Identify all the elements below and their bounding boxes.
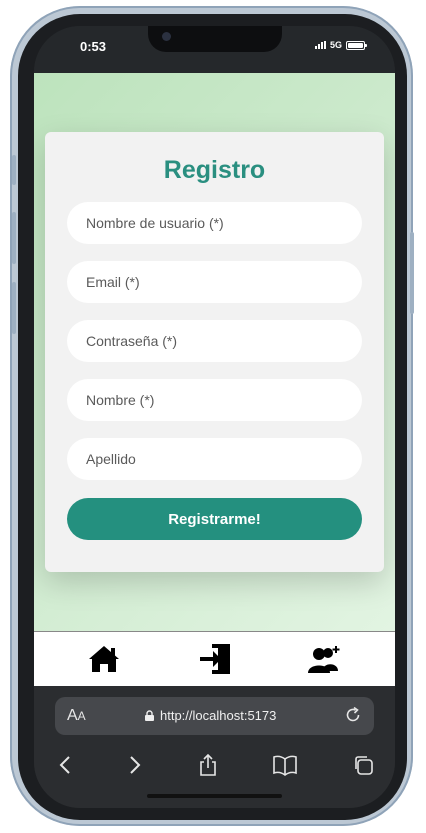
text-size-button[interactable]: AA bbox=[67, 707, 86, 725]
name-field[interactable] bbox=[67, 379, 362, 421]
reload-icon[interactable] bbox=[344, 706, 362, 729]
signal-icon bbox=[314, 41, 326, 49]
lock-icon bbox=[145, 710, 154, 721]
browser-nav bbox=[34, 750, 395, 780]
username-field[interactable] bbox=[67, 202, 362, 244]
back-icon[interactable] bbox=[50, 750, 80, 780]
email-field[interactable] bbox=[67, 261, 362, 303]
notch bbox=[148, 26, 282, 52]
register-card: Registro Registrarme! bbox=[45, 132, 384, 572]
tabs-icon[interactable] bbox=[348, 750, 378, 780]
share-icon[interactable] bbox=[193, 750, 223, 780]
side-button bbox=[12, 212, 16, 264]
phone-screen: 0:53 5G Registro Registrarme! bbox=[34, 26, 395, 808]
bookmarks-icon[interactable] bbox=[270, 750, 300, 780]
login-icon[interactable] bbox=[194, 641, 234, 677]
password-field[interactable] bbox=[67, 320, 362, 362]
home-indicator bbox=[147, 794, 282, 798]
forward-icon[interactable] bbox=[120, 750, 150, 780]
battery-icon bbox=[346, 40, 367, 50]
status-time: 0:53 bbox=[80, 39, 107, 54]
status-indicators: 5G bbox=[314, 40, 367, 50]
url-text: http://localhost:5173 bbox=[160, 708, 277, 723]
lastname-field[interactable] bbox=[67, 438, 362, 480]
camera-icon bbox=[162, 32, 171, 41]
browser-toolbar: AA http://localhost:5173 bbox=[34, 686, 395, 808]
side-button bbox=[410, 232, 414, 314]
register-title: Registro bbox=[163, 156, 266, 184]
add-user-icon[interactable] bbox=[304, 641, 344, 677]
address-bar[interactable]: AA http://localhost:5173 bbox=[55, 697, 374, 735]
bottom-nav bbox=[34, 631, 395, 686]
url-display[interactable]: http://localhost:5173 bbox=[145, 708, 276, 723]
home-icon[interactable] bbox=[84, 641, 124, 677]
status-bar: 0:53 5G bbox=[34, 26, 395, 73]
side-button bbox=[12, 155, 16, 185]
network-label: 5G bbox=[329, 40, 342, 50]
side-button bbox=[12, 282, 16, 334]
register-button[interactable]: Registrarme! bbox=[67, 498, 362, 540]
page-content: Registro Registrarme! bbox=[34, 73, 395, 631]
